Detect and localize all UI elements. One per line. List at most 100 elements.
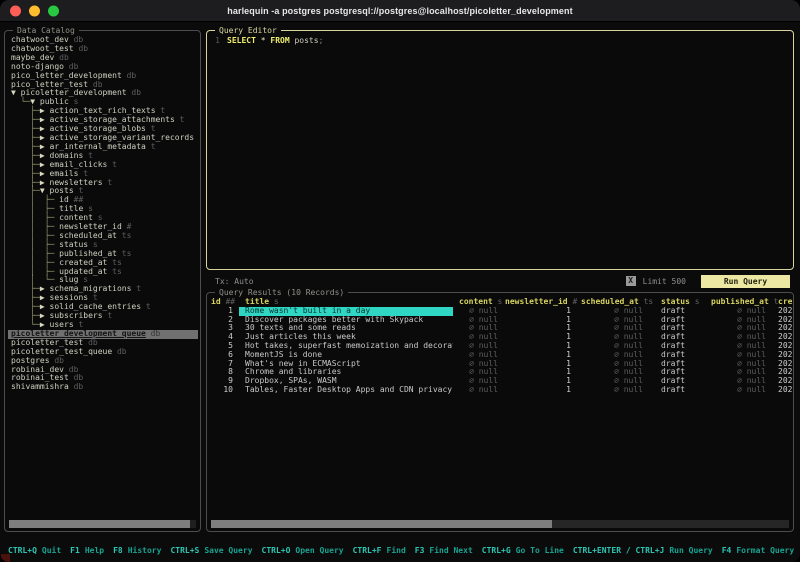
tree-expand-icon[interactable]: ▶ [40,293,50,302]
result-cell-created[interactable]: 2024 [778,351,792,360]
run-query-button[interactable]: Run Query [701,275,790,288]
result-cell-published_at[interactable]: ∅ null [709,377,778,386]
result-cell-id[interactable]: 2 [209,316,239,325]
result-cell-id[interactable]: 5 [209,342,239,351]
result-cell-content[interactable]: ∅ null [453,333,503,342]
result-row[interactable]: 9Dropbox, SPAs, WASM∅ null1∅ nulldraft∅ … [209,377,792,386]
result-cell-published_at[interactable]: ∅ null [709,368,778,377]
result-cell-status[interactable]: draft [655,377,709,386]
result-cell-created[interactable]: 2024 [778,386,792,395]
footer-shortcut[interactable]: CTRL+FFind [353,546,406,555]
query-editor-textarea[interactable]: 1SELECT * FROM posts; [210,36,790,266]
result-cell-content[interactable]: ∅ null [453,360,503,369]
result-cell-created[interactable]: 2024 [778,377,792,386]
result-row[interactable]: 8Chrome and libraries∅ null1∅ nulldraft∅… [209,368,792,377]
result-cell-published_at[interactable]: ∅ null [709,351,778,360]
result-cell-created[interactable]: 2024 [778,342,792,351]
result-cell-scheduled_at[interactable]: ∅ null [579,368,655,377]
result-row[interactable]: 10Tables, Faster Desktop Apps and CDN pr… [209,386,792,395]
result-row[interactable]: 2Discover packages better with Skypack∅ … [209,316,792,325]
editor-line[interactable]: 1SELECT * FROM posts; [210,36,790,46]
result-cell-title[interactable]: Tables, Faster Desktop Apps and CDN priv… [239,386,453,395]
result-cell-published_at[interactable]: ∅ null [709,333,778,342]
result-cell-id[interactable]: 7 [209,360,239,369]
result-cell-title[interactable]: Dropbox, SPAs, WASM [239,377,453,386]
result-cell-id[interactable]: 8 [209,368,239,377]
result-cell-scheduled_at[interactable]: ∅ null [579,342,655,351]
footer-shortcut[interactable]: F3Find Next [415,546,473,555]
results-horizontal-scrollbar[interactable] [211,520,789,528]
result-row[interactable]: 5Hot takes, superfast memoization and de… [209,342,792,351]
column-header[interactable]: content s [453,298,503,307]
result-cell-id[interactable]: 1 [209,307,239,316]
result-cell-title[interactable]: 30 texts and some reads [239,324,453,333]
close-button[interactable] [10,5,21,16]
result-cell-newsletter_id[interactable]: 1 [503,368,579,377]
footer-shortcut[interactable]: F4Format Query [722,546,794,555]
tree-expand-icon[interactable]: ▶ [40,115,50,124]
result-cell-scheduled_at[interactable]: ∅ null [579,324,655,333]
result-cell-published_at[interactable]: ∅ null [709,386,778,395]
result-cell-content[interactable]: ∅ null [453,316,503,325]
result-cell-id[interactable]: 10 [209,386,239,395]
result-cell-published_at[interactable]: ∅ null [709,324,778,333]
result-cell-created[interactable]: 2024 [778,360,792,369]
result-cell-scheduled_at[interactable]: ∅ null [579,360,655,369]
result-cell-scheduled_at[interactable]: ∅ null [579,316,655,325]
limit-checkbox[interactable]: X [626,276,636,286]
result-cell-newsletter_id[interactable]: 1 [503,351,579,360]
result-cell-scheduled_at[interactable]: ∅ null [579,377,655,386]
result-cell-content[interactable]: ∅ null [453,307,503,316]
tree-expand-icon[interactable]: ▶ [40,151,50,160]
tree-expand-icon[interactable]: ▶ [40,160,50,169]
result-cell-scheduled_at[interactable]: ∅ null [579,307,655,316]
result-cell-newsletter_id[interactable]: 1 [503,342,579,351]
footer-shortcut[interactable]: CTRL+GGo To Line [482,546,564,555]
result-cell-status[interactable]: draft [655,316,709,325]
result-cell-scheduled_at[interactable]: ∅ null [579,386,655,395]
result-cell-title[interactable]: Rome wasn't built in a day [239,307,453,316]
result-cell-status[interactable]: draft [655,368,709,377]
result-cell-newsletter_id[interactable]: 1 [503,307,579,316]
result-cell-title[interactable]: MomentJS is done [239,351,453,360]
result-cell-created[interactable]: 2024 [778,368,792,377]
result-cell-created[interactable]: 2024 [778,333,792,342]
footer-shortcut[interactable]: CTRL+QQuit [8,546,61,555]
catalog-item[interactable]: shivammishra db [8,383,198,392]
result-cell-content[interactable]: ∅ null [453,386,503,395]
tree-expand-icon[interactable]: ▶ [40,142,50,151]
column-header[interactable]: crea [778,298,792,307]
result-cell-id[interactable]: 3 [209,324,239,333]
result-cell-newsletter_id[interactable]: 1 [503,333,579,342]
result-row[interactable]: 4Just articles this week∅ null1∅ nulldra… [209,333,792,342]
transaction-mode-label[interactable]: Tx: Auto [215,277,254,286]
result-cell-status[interactable]: draft [655,307,709,316]
column-header[interactable]: id ## [209,298,239,307]
result-cell-status[interactable]: draft [655,360,709,369]
tree-expand-icon[interactable]: ▶ [40,320,50,329]
result-cell-status[interactable]: draft [655,342,709,351]
footer-shortcut[interactable]: CTRL+SSave Query [170,546,252,555]
results-scrollbar-thumb[interactable] [211,520,552,528]
result-row[interactable]: 330 texts and some reads∅ null1∅ nulldra… [209,324,792,333]
result-row[interactable]: 1Rome wasn't built in a day∅ null1∅ null… [209,307,792,316]
column-header[interactable]: scheduled_at ts [579,298,655,307]
result-cell-newsletter_id[interactable]: 1 [503,316,579,325]
footer-shortcut[interactable]: CTRL+OOpen Query [262,546,344,555]
minimize-button[interactable] [29,5,40,16]
tree-expand-icon[interactable]: ▶ [40,124,50,133]
column-header[interactable]: title s [239,298,453,307]
column-header[interactable]: newsletter_id # [503,298,579,307]
result-cell-content[interactable]: ∅ null [453,368,503,377]
result-cell-published_at[interactable]: ∅ null [709,342,778,351]
result-cell-id[interactable]: 9 [209,377,239,386]
result-cell-content[interactable]: ∅ null [453,342,503,351]
result-row[interactable]: 6MomentJS is done∅ null1∅ nulldraft∅ nul… [209,351,792,360]
footer-shortcut[interactable]: CTRL+ENTER / CTRL+JRun Query [573,546,713,555]
result-cell-created[interactable]: 2025 [778,324,792,333]
tree-expand-icon[interactable]: ▶ [40,169,50,178]
tree-expand-icon[interactable]: ▶ [40,106,50,115]
result-cell-scheduled_at[interactable]: ∅ null [579,333,655,342]
result-cell-id[interactable]: 6 [209,351,239,360]
tree-expand-icon[interactable]: ▶ [40,133,50,142]
